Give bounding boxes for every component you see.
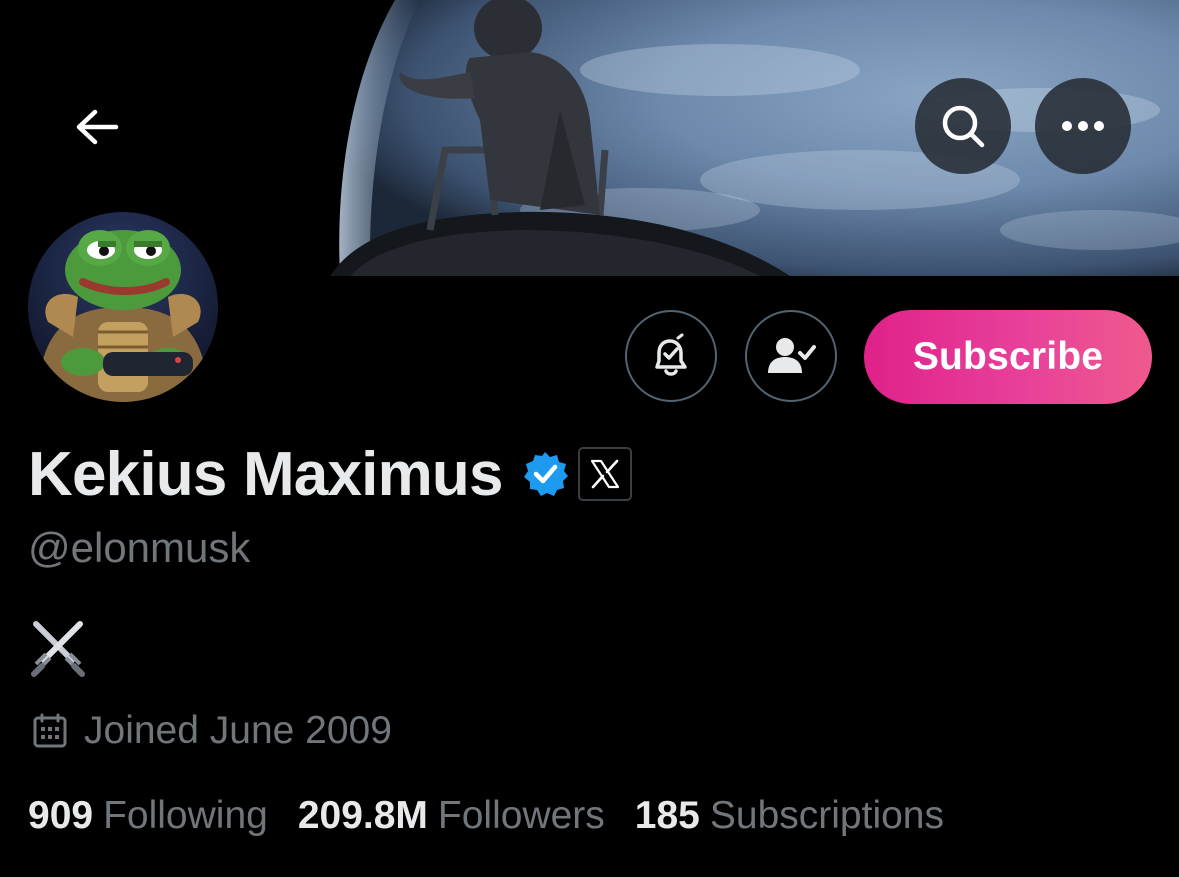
following-count-link[interactable]: 909 Following — [28, 794, 268, 838]
subscriptions-label: Subscriptions — [709, 794, 944, 837]
handle: @elonmusk — [28, 524, 251, 571]
joined-date: Joined June 2009 — [32, 706, 392, 756]
verified-badge-icon[interactable] — [521, 450, 569, 498]
more-horizontal-icon — [1062, 121, 1104, 131]
subscriptions-count-link[interactable]: 185 Subscriptions — [635, 794, 944, 838]
search-icon — [942, 105, 985, 148]
affiliate-badge[interactable] — [577, 447, 632, 501]
following-label: Following — [103, 794, 268, 837]
search-button[interactable] — [915, 78, 1011, 174]
followers-count: 209.8M — [297, 794, 428, 837]
notifications-button[interactable] — [625, 310, 717, 402]
following-count: 909 — [28, 794, 94, 837]
more-options-button[interactable] — [1035, 78, 1131, 174]
joined-text: Joined June 2009 — [84, 709, 392, 752]
crossed-swords-icon — [31, 621, 85, 677]
x-logo-icon — [590, 459, 619, 489]
followers-label: Followers — [437, 794, 605, 837]
person-check-icon — [768, 338, 816, 373]
back-button[interactable] — [62, 92, 132, 162]
following-button[interactable] — [745, 310, 837, 402]
profile-page: Subscribe Kekius Maximus @elonmusk Joine… — [0, 0, 1179, 877]
subscriptions-count: 185 — [634, 794, 700, 837]
bio — [28, 618, 88, 678]
bell-check-icon — [655, 333, 687, 376]
avatar[interactable] — [28, 212, 218, 402]
name-row: Kekius Maximus — [28, 436, 632, 512]
stats-row: 909 Following 209.8M Followers 185 Subsc… — [28, 790, 974, 842]
arrow-left-icon — [76, 109, 119, 145]
display-name: Kekius Maximus — [28, 439, 503, 509]
calendar-icon — [33, 713, 67, 748]
subscribe-button[interactable]: Subscribe — [864, 310, 1152, 404]
followers-count-link[interactable]: 209.8M Followers — [298, 794, 605, 838]
avatar-image — [28, 212, 218, 402]
